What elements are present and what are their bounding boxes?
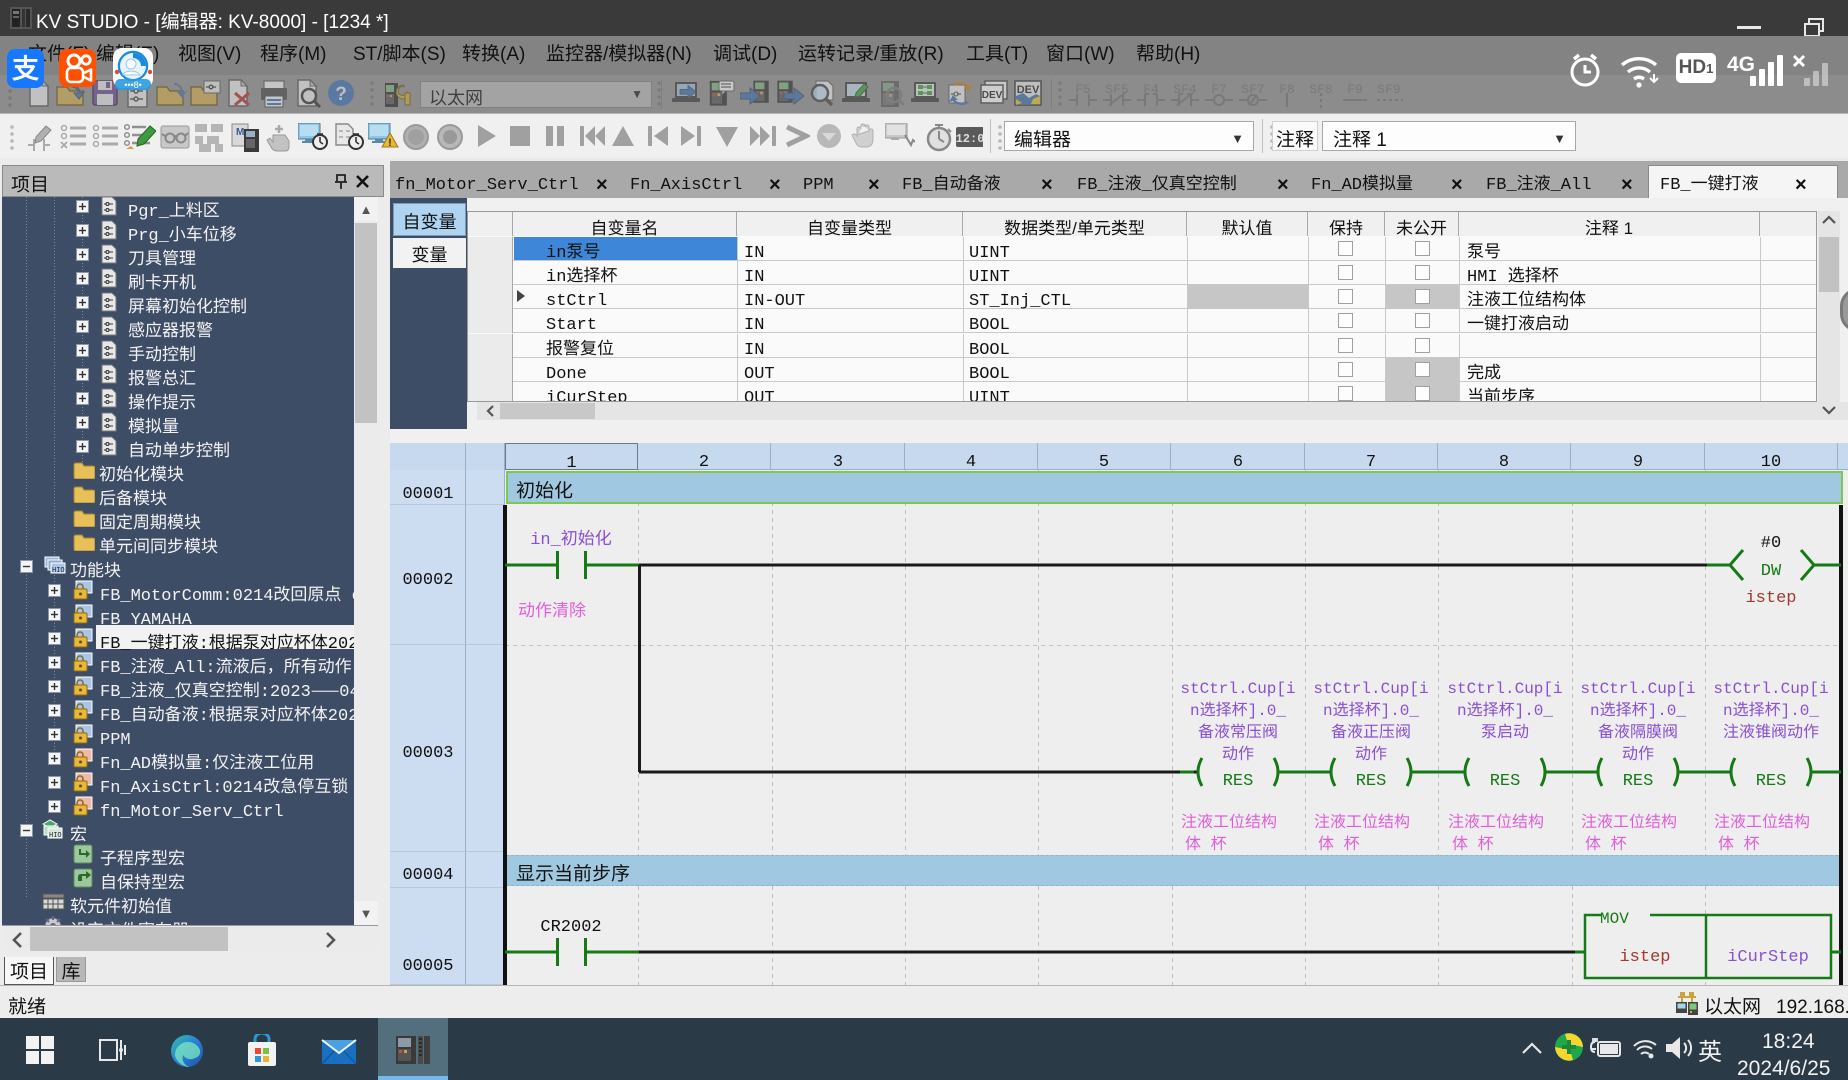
- svg-text:HIO: HIO: [52, 567, 65, 575]
- svg-text:12:0: 12:0: [956, 132, 983, 146]
- svg-text:M: M: [236, 127, 244, 138]
- svg-text:•••8•: •••8•: [124, 80, 142, 90]
- svg-text:支: 支: [12, 49, 40, 86]
- svg-text:!: !: [388, 137, 392, 149]
- svg-text:HIO: HIO: [49, 832, 62, 840]
